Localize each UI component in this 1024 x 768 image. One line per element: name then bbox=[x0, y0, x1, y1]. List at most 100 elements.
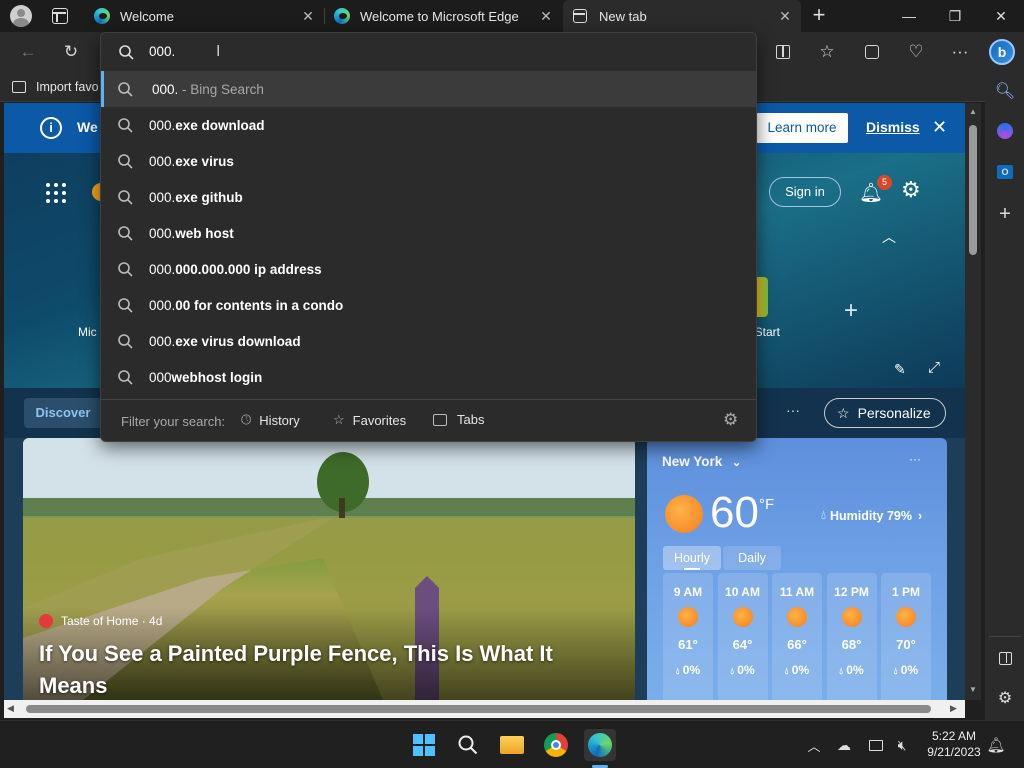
address-input-value[interactable]: 000. bbox=[149, 44, 175, 59]
split-screen-icon[interactable] bbox=[767, 36, 799, 68]
horizontal-scroll-thumb[interactable] bbox=[26, 705, 931, 713]
more-options-icon[interactable]: ··· bbox=[944, 36, 976, 68]
horizontal-scrollbar[interactable]: ◀ ▶ bbox=[4, 700, 965, 718]
hour-precip: 💧︎ 0% bbox=[881, 663, 931, 677]
info-icon: i bbox=[40, 117, 62, 139]
suggestion-completion: 00 for contents in a condo bbox=[175, 297, 344, 313]
filter-tabs-button[interactable]: Tabs bbox=[433, 412, 484, 427]
close-window-button[interactable]: ✕ bbox=[978, 0, 1024, 32]
start-windows-icon[interactable] bbox=[408, 729, 440, 761]
close-notice-icon[interactable]: ✕ bbox=[932, 117, 947, 138]
weather-location[interactable]: New York ⌄ bbox=[662, 454, 741, 469]
suggestion-item[interactable]: 000.exe virus bbox=[101, 143, 756, 179]
suggestion-text: 000.exe download bbox=[149, 118, 265, 133]
personalize-button[interactable]: ☆ Personalize bbox=[824, 398, 946, 428]
add-shortcut-button[interactable]: + bbox=[844, 297, 858, 325]
tab-new-tab[interactable]: New tab ✕ bbox=[563, 0, 801, 32]
suggestion-item[interactable]: 000.exe github bbox=[101, 179, 756, 215]
left-tile-label[interactable]: Mic bbox=[78, 325, 97, 339]
edge-icon bbox=[334, 8, 350, 24]
sidebar-layout-icon[interactable] bbox=[989, 642, 1021, 674]
learn-more-button[interactable]: Learn more bbox=[756, 113, 848, 143]
chrome-icon[interactable] bbox=[540, 729, 572, 761]
file-explorer-icon[interactable] bbox=[496, 729, 528, 761]
search-settings-gear-icon[interactable]: ⚙ bbox=[723, 410, 738, 430]
hour-temp: 70° bbox=[896, 637, 916, 652]
vertical-scrollbar[interactable]: ▲ ▼ bbox=[965, 103, 981, 700]
suggestion-completion: - Bing Search bbox=[178, 81, 264, 97]
onedrive-icon[interactable]: ☁ bbox=[828, 729, 860, 761]
source-label: Taste of Home · 4d bbox=[61, 614, 163, 628]
weather-more-icon[interactable]: ··· bbox=[909, 452, 921, 466]
notifications-bell-icon[interactable]: 🔔︎ bbox=[980, 729, 1012, 761]
collapse-chevron-icon[interactable]: ︿ bbox=[882, 227, 896, 247]
dismiss-link[interactable]: Dismiss bbox=[866, 119, 920, 135]
sidebar-copilot-icon[interactable] bbox=[989, 115, 1021, 147]
edge-taskbar-icon[interactable] bbox=[584, 729, 616, 761]
close-tab-icon[interactable]: ✕ bbox=[538, 8, 554, 25]
new-tab-button[interactable]: + bbox=[806, 3, 832, 29]
suggestion-completion: exe github bbox=[175, 189, 243, 205]
close-tab-icon[interactable]: ✕ bbox=[300, 8, 316, 25]
suggestion-item[interactable]: 000.00 for contents in a condo bbox=[101, 287, 756, 323]
tab-hourly[interactable]: Hourly bbox=[663, 546, 721, 570]
refresh-icon[interactable]: ↻ bbox=[55, 36, 87, 68]
suggestion-item[interactable]: 000.000.000.000 ip address bbox=[101, 251, 756, 287]
sidebar-settings-icon[interactable]: ⚙ bbox=[989, 682, 1021, 714]
tab-daily[interactable]: Daily bbox=[723, 546, 781, 570]
precip-value: 0% bbox=[791, 663, 810, 677]
profile-avatar[interactable] bbox=[10, 5, 32, 27]
show-hidden-icons-chevron[interactable]: ︿ bbox=[798, 729, 830, 761]
bing-copilot-icon[interactable]: b bbox=[986, 36, 1018, 68]
sidebar-outlook-icon[interactable]: O bbox=[989, 156, 1021, 188]
humidity-info[interactable]: 💧︎ Humidity 79% › bbox=[821, 508, 922, 523]
minimize-button[interactable]: — bbox=[886, 0, 932, 32]
suggestion-typed: 000. bbox=[149, 225, 176, 241]
tab-actions-icon[interactable] bbox=[52, 8, 68, 24]
volume-muted-icon[interactable]: 🔇︎ bbox=[886, 729, 918, 761]
vertical-scroll-thumb[interactable] bbox=[969, 125, 977, 255]
suggestion-item[interactable]: 000webhost login bbox=[101, 359, 756, 395]
suggestion-item[interactable]: 000.web host bbox=[101, 215, 756, 251]
import-favorites-link[interactable]: Import favo bbox=[12, 78, 99, 96]
edit-background-icon[interactable]: ✎ bbox=[894, 361, 906, 378]
sidebar-add-icon[interactable]: + bbox=[989, 198, 1021, 230]
hour-time: 11 AM bbox=[779, 585, 815, 599]
search-icon bbox=[118, 298, 133, 313]
feed-more-icon[interactable]: ··· bbox=[786, 402, 800, 418]
app-launcher-icon[interactable] bbox=[46, 183, 66, 203]
settings-gear-icon[interactable]: ⚙ bbox=[901, 177, 921, 203]
news-headline[interactable]: If You See a Painted Purple Fence, This … bbox=[39, 638, 599, 700]
tab-welcome-to-edge[interactable]: Welcome to Microsoft Edge ✕ bbox=[324, 0, 562, 32]
address-bar[interactable]: 000. I bbox=[101, 33, 756, 71]
favorites-star-icon[interactable]: ☆ bbox=[811, 36, 843, 68]
close-tab-icon[interactable]: ✕ bbox=[777, 8, 793, 25]
restore-button[interactable]: ❐ bbox=[932, 0, 978, 32]
suggestion-item[interactable]: 000.exe virus download bbox=[101, 323, 756, 359]
filter-favorites-button[interactable]: ☆ Favorites bbox=[333, 412, 406, 428]
news-card[interactable]: Taste of Home · 4d If You See a Painted … bbox=[23, 438, 635, 700]
browser-essentials-icon[interactable]: ♡ bbox=[900, 36, 932, 68]
hour-precip: 💧︎ 0% bbox=[663, 663, 713, 677]
suggestion-completion: exe virus bbox=[175, 153, 234, 169]
suggestion-item[interactable]: 000.exe download bbox=[101, 107, 756, 143]
tab-welcome[interactable]: Welcome ✕ bbox=[84, 0, 324, 32]
clock-date: 9/21/2023 bbox=[927, 745, 981, 759]
suggestion-item[interactable]: 000. - Bing Search bbox=[101, 71, 756, 107]
tabs-label: Tabs bbox=[457, 412, 485, 427]
sign-in-button[interactable]: Sign in bbox=[769, 177, 841, 207]
sun-icon bbox=[665, 495, 703, 533]
weather-card[interactable]: New York ⌄ ··· 60 °F 💧︎ Humidity 79% › H… bbox=[647, 438, 947, 700]
back-arrow-icon[interactable]: ← bbox=[12, 36, 44, 68]
clock[interactable]: 5:22 AM 9/21/2023 bbox=[922, 728, 986, 760]
search-icon bbox=[118, 82, 133, 97]
sidebar-search-icon[interactable]: 🔍︎ bbox=[989, 75, 1021, 107]
collections-icon[interactable] bbox=[856, 36, 888, 68]
discover-tab[interactable]: Discover bbox=[24, 398, 102, 428]
sparkle-star-icon: ☆ bbox=[837, 404, 850, 421]
filter-history-button[interactable]: 🕓︎ History bbox=[241, 412, 300, 428]
suggestion-typed: 000. bbox=[149, 333, 176, 349]
taskbar-search-icon[interactable] bbox=[452, 729, 484, 761]
suggestion-completion: web host bbox=[175, 225, 234, 241]
expand-icon[interactable]: ⤢ bbox=[928, 359, 940, 376]
